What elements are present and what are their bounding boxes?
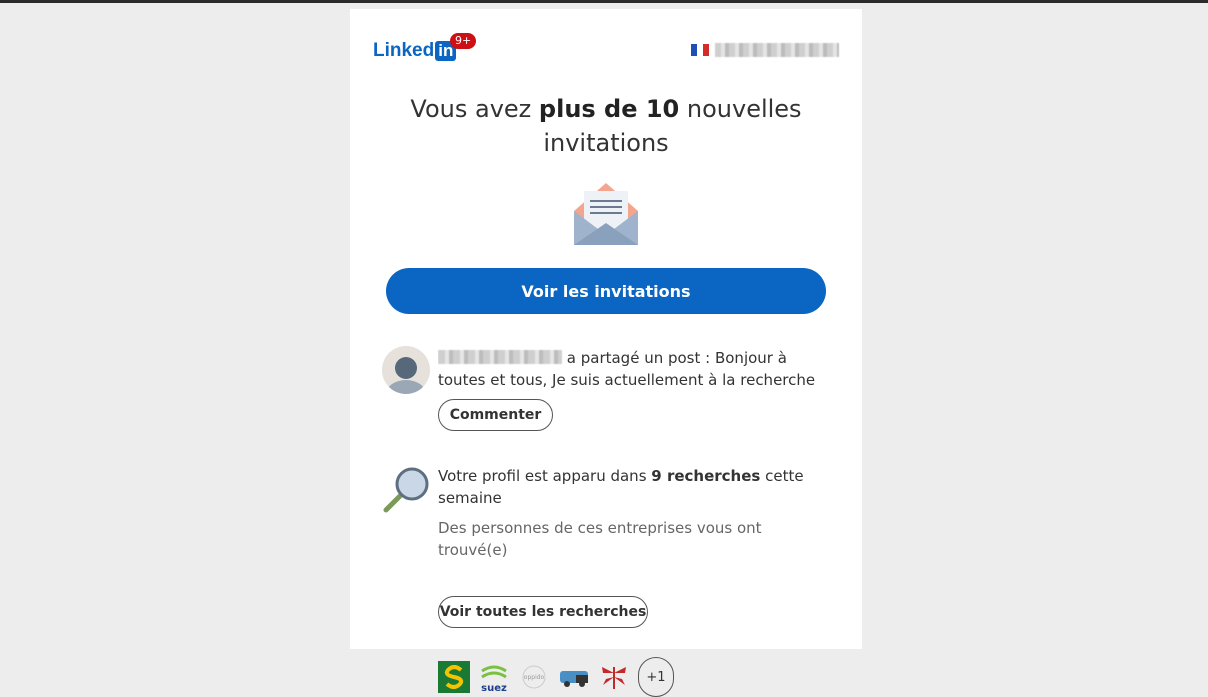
- company-logos: suez oppido +1: [438, 657, 674, 697]
- svg-text:oppido: oppido: [524, 674, 545, 681]
- view-invitations-button[interactable]: Voir les invitations: [386, 268, 826, 314]
- invitations-headline: Vous avez plus de 10 nouvelles invitatio…: [390, 92, 822, 160]
- search-text-prefix: Votre profil est apparu dans: [438, 467, 652, 485]
- window-top-bar: [0, 0, 1208, 3]
- search-appearance-notification: Votre profil est apparu dans 9 recherche…: [382, 464, 830, 697]
- subway-s-icon: [444, 665, 464, 689]
- magnifier-icon: [383, 467, 429, 513]
- email-header: Linked in 9+: [373, 33, 839, 69]
- blurred-user-name: [715, 43, 839, 57]
- post-notification: a partagé un post : Bonjour à toutes et …: [382, 346, 830, 436]
- headline-count: plus de 10: [538, 95, 680, 123]
- svg-text:suez: suez: [481, 683, 507, 693]
- company-logo-5[interactable]: [598, 661, 630, 693]
- logo-text: Linked: [373, 40, 435, 61]
- headline-prefix: Vous avez: [410, 95, 539, 123]
- companies-subtitle: Des personnes de ces entreprises vous on…: [438, 519, 762, 559]
- france-flag-icon: [691, 44, 709, 56]
- company-logo-4[interactable]: [558, 661, 590, 693]
- comment-button[interactable]: Commenter: [438, 399, 553, 431]
- notification-badge: 9+: [450, 33, 477, 49]
- oppido-mark-icon: oppido: [522, 665, 546, 689]
- linkedin-logo[interactable]: Linked in: [373, 40, 457, 62]
- user-locale[interactable]: [691, 43, 839, 57]
- blurred-author-name[interactable]: [438, 350, 562, 364]
- envelope-icon: [574, 183, 638, 245]
- vehicle-logo-icon: [560, 671, 588, 687]
- oppido-logo[interactable]: oppido: [518, 661, 550, 693]
- view-all-searches-button[interactable]: Voir toutes les recherches: [438, 596, 648, 628]
- search-count: 9 recherches: [651, 467, 761, 485]
- suez-mark-icon: suez: [481, 665, 507, 693]
- more-companies-badge[interactable]: +1: [638, 657, 674, 697]
- search-text: Votre profil est apparu dans 9 recherche…: [438, 465, 830, 509]
- person-icon: [382, 346, 430, 394]
- subway-logo[interactable]: [438, 661, 470, 693]
- suez-logo[interactable]: suez: [478, 661, 510, 693]
- dragonfly-icon: [602, 667, 626, 689]
- email-card: Linked in 9+ Vous avez plus de 10 nouvell…: [350, 9, 862, 697]
- avatar[interactable]: [382, 346, 430, 394]
- post-text: a partagé un post : Bonjour à toutes et …: [438, 347, 830, 391]
